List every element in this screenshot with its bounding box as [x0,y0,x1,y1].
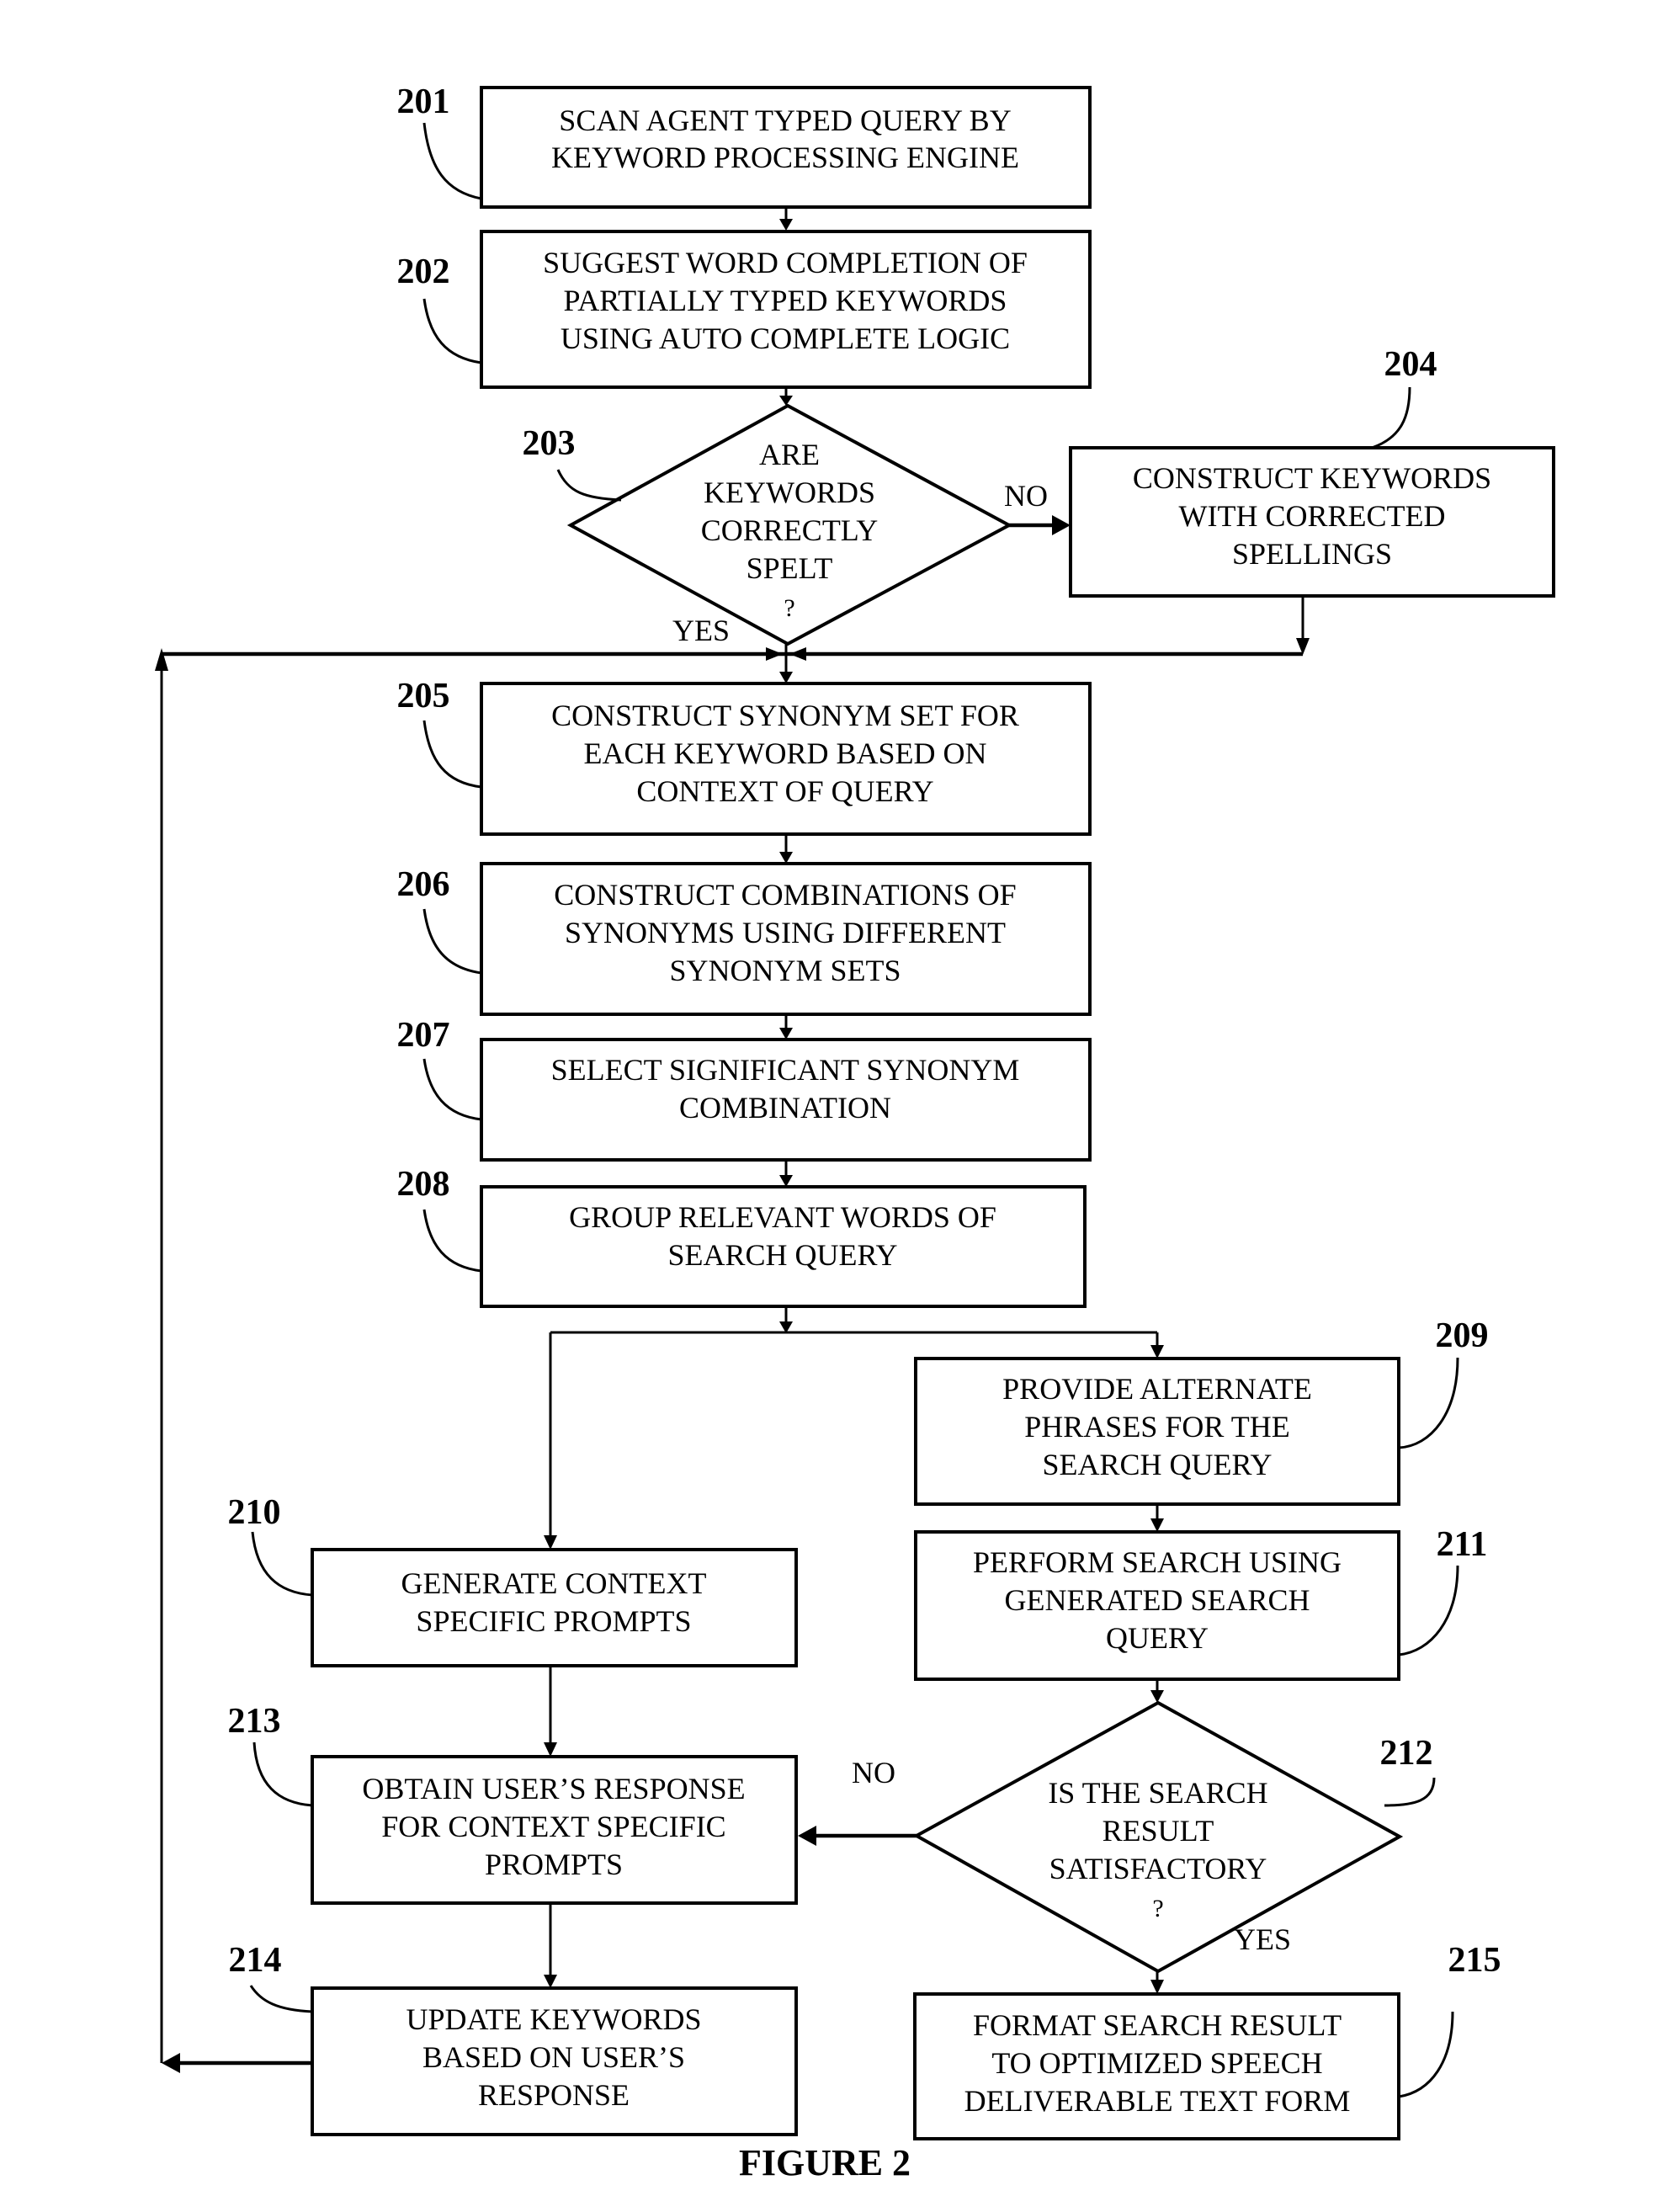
leader-211 [1398,1565,1459,1656]
step-206-line-1: CONSTRUCT COMBINATIONS OF [554,878,1016,912]
decision-203-line-3: CORRECTLY [701,513,878,547]
step-202-line-2: PARTIALLY TYPED KEYWORDS [564,284,1007,317]
step-201-line-1: SCAN AGENT TYPED QUERY BY [559,104,1011,137]
leader-204 [1371,386,1411,449]
arrowhead-icon [155,648,168,671]
ref-213: 213 [228,1702,281,1741]
step-215-line-3: DELIVERABLE TEXT FORM [964,2084,1351,2118]
step-214-line-3: RESPONSE [478,2078,630,2112]
step-211-line-1: PERFORM SEARCH USING [973,1545,1342,1579]
branch-203-no: NO [1004,479,1048,513]
step-208-line-2: SEARCH QUERY [667,1238,897,1272]
leader-202 [422,298,482,364]
step-204-line-2: WITH CORRECTED [1179,499,1446,533]
ref-204: 204 [1384,345,1437,384]
leader-203 [556,469,622,502]
arrowhead-icon [544,1535,557,1550]
step-209-line-3: SEARCH QUERY [1042,1448,1272,1481]
decision-212-line-3: SATISFACTORY [1049,1852,1267,1885]
leader-212 [1384,1777,1436,1807]
arrowhead-icon [779,396,793,406]
arrowhead-icon [779,1028,793,1040]
ref-202: 202 [397,253,450,291]
arrowhead-icon [1150,1518,1164,1532]
ref-210: 210 [228,1493,281,1532]
step-206-line-3: SYNONYM SETS [669,954,901,987]
leader-205 [422,720,482,789]
arrowhead-icon [779,852,793,864]
step-201-line-2: KEYWORD PROCESSING ENGINE [551,141,1019,174]
step-205-line-3: CONTEXT OF QUERY [636,774,933,808]
step-208-line-1: GROUP RELEVANT WORDS OF [569,1200,996,1234]
step-207-line-1: SELECT SIGNIFICANT SYNONYM [551,1053,1020,1087]
leader-208 [422,1209,482,1273]
leader-201 [422,122,482,200]
leader-215 [1398,2011,1454,2098]
arrowhead-icon [1150,1980,1164,1994]
branch-212-yes: YES [1234,1922,1291,1956]
ref-212: 212 [1380,1734,1433,1773]
step-211-line-2: GENERATED SEARCH [1004,1583,1310,1617]
step-206-line-2: SYNONYMS USING DIFFERENT [565,916,1006,949]
arrowhead-icon [779,672,793,683]
arrowhead-icon [1150,1690,1164,1703]
ref-207: 207 [397,1016,450,1055]
arrowhead-icon [779,219,793,231]
decision-212-line-4: ? [1152,1895,1163,1922]
step-213-line-1: OBTAIN USER’S RESPONSE [362,1772,745,1805]
arrowhead-icon [544,1975,557,1988]
decision-212-line-2: RESULT [1103,1814,1214,1848]
arrowhead-icon [779,1175,793,1187]
decision-203-line-2: KEYWORDS [704,476,875,509]
ref-206: 206 [397,865,450,904]
decision-212-line-1: IS THE SEARCH [1048,1776,1267,1810]
step-215-line-2: TO OPTIMIZED SPEECH [991,2046,1322,2080]
ref-214: 214 [229,1941,282,1980]
leader-213 [252,1741,313,1807]
arrowhead-icon [766,647,783,661]
step-213-line-3: PROMPTS [485,1848,623,1881]
leader-206 [422,908,482,975]
leader-207 [422,1058,482,1121]
decision-203-line-4: SPELT [747,551,833,585]
ref-209: 209 [1436,1316,1489,1355]
step-210-line-2: SPECIFIC PROMPTS [416,1604,691,1638]
step-214-line-2: BASED ON USER’S [422,2040,685,2074]
branch-203-yes: YES [672,614,730,647]
leader-210 [251,1531,313,1597]
step-215-line-1: FORMAT SEARCH RESULT [973,2008,1342,2042]
arrowhead-icon [1052,515,1071,535]
arrowhead-icon [798,1826,816,1846]
ref-201: 201 [397,82,450,121]
step-202-line-3: USING AUTO COMPLETE LOGIC [561,322,1010,355]
step-214-line-1: UPDATE KEYWORDS [406,2002,702,2036]
step-211-line-3: QUERY [1106,1621,1209,1655]
step-204-line-1: CONSTRUCT KEYWORDS [1133,461,1491,495]
step-210-line-1: GENERATE CONTEXT [401,1566,707,1600]
leader-214 [249,1985,313,2013]
arrowhead-icon [1150,1345,1164,1359]
decision-203-line-5: ? [784,594,794,622]
branch-212-no: NO [852,1756,895,1789]
arrowhead-icon [789,647,806,661]
ref-215: 215 [1448,1941,1501,1980]
ref-208: 208 [397,1165,450,1204]
leader-209 [1398,1357,1459,1449]
step-209-line-2: PHRASES FOR THE [1024,1410,1289,1444]
ref-203: 203 [523,424,576,463]
step-202-line-1: SUGGEST WORD COMPLETION OF [543,246,1028,279]
step-205-line-1: CONSTRUCT SYNONYM SET FOR [551,699,1019,732]
step-204-line-3: SPELLINGS [1232,537,1392,571]
ref-205: 205 [397,677,450,715]
figure-caption: FIGURE 2 [739,2142,911,2183]
arrowhead-icon [162,2053,180,2073]
arrowhead-icon [544,1742,557,1757]
step-205-line-2: EACH KEYWORD BASED ON [584,736,987,770]
ref-211: 211 [1437,1525,1488,1564]
step-207-line-2: COMBINATION [679,1091,891,1125]
flowchart: 201 202 203 204 205 206 207 208 209 210 … [155,82,1555,2183]
step-213-line-2: FOR CONTEXT SPECIFIC [381,1810,725,1843]
decision-203-line-1: ARE [759,438,820,471]
step-209-line-1: PROVIDE ALTERNATE [1002,1372,1312,1406]
